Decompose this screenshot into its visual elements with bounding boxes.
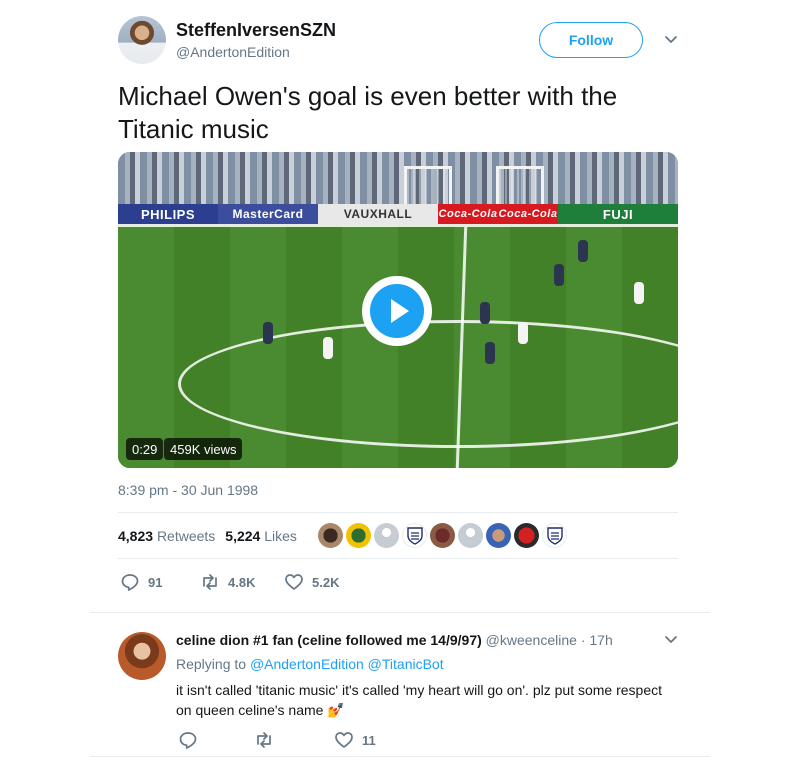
- player: [323, 337, 333, 359]
- replying-to-link[interactable]: @TitanicBot: [368, 656, 444, 672]
- tweet-timestamp[interactable]: 8:39 pm - 30 Jun 1998: [118, 482, 258, 498]
- replying-prefix: Replying to: [176, 656, 247, 672]
- author-avatar[interactable]: [118, 16, 166, 64]
- like-button[interactable]: 5.2K: [284, 572, 364, 592]
- video-duration: 0:29: [126, 438, 164, 460]
- reply-button[interactable]: 91: [120, 572, 200, 592]
- liker-avatar[interactable]: [402, 523, 427, 548]
- pitch-line: [118, 224, 678, 227]
- ad-mastercard: MasterCard: [218, 204, 318, 224]
- ad-fuji: FUJI: [558, 204, 678, 224]
- liker-avatar[interactable]: [486, 523, 511, 548]
- liker-avatar[interactable]: [346, 523, 371, 548]
- heart-icon: [335, 732, 353, 748]
- follow-button[interactable]: Follow: [539, 22, 643, 58]
- reply-handle[interactable]: @kweenceline: [486, 632, 577, 648]
- replying-to-link[interactable]: @AndertonEdition: [250, 656, 364, 672]
- default-avatar-icon[interactable]: [458, 523, 483, 548]
- author-display-name[interactable]: SteffenIversenSZN: [176, 20, 336, 41]
- ad-philips: PHILIPS: [118, 204, 218, 224]
- reply-button[interactable]: [178, 730, 254, 750]
- retweet-icon: [203, 574, 217, 590]
- player: [485, 342, 495, 364]
- likes-label: Likes: [264, 528, 297, 544]
- liker-avatar[interactable]: [542, 523, 567, 548]
- video-player[interactable]: PHILIPS MasterCard VAUXHALL Coca-Cola Co…: [118, 152, 678, 468]
- likes-stat[interactable]: 5,224 Likes: [225, 528, 297, 544]
- retweets-count: 4,823: [118, 528, 154, 544]
- player: [518, 322, 528, 344]
- video-crowd: [118, 152, 678, 210]
- divider: [90, 756, 710, 757]
- ad-coca-cola: Coca-Cola: [498, 204, 558, 224]
- reply-icon: [121, 574, 139, 591]
- retweets-stat[interactable]: 4,823 Retweets: [118, 528, 215, 544]
- reply-text: it isn't called 'titanic music' it's cal…: [176, 682, 663, 718]
- like-button[interactable]: 11: [334, 730, 414, 750]
- heart-icon: [285, 574, 303, 590]
- divider: [118, 558, 678, 559]
- retweet-button[interactable]: 4.8K: [200, 572, 284, 592]
- ad-board: PHILIPS MasterCard VAUXHALL Coca-Cola Co…: [118, 204, 678, 224]
- player: [263, 322, 273, 344]
- reply-display-name[interactable]: celine dion #1 fan (celine followed me 1…: [176, 632, 482, 648]
- chevron-down-icon[interactable]: [663, 632, 679, 648]
- retweet-button[interactable]: [254, 730, 334, 750]
- reply-actions: 11: [178, 730, 414, 750]
- author-handle[interactable]: @AndertonEdition: [176, 44, 290, 60]
- replying-to: Replying to @AndertonEdition @TitanicBot: [176, 656, 444, 672]
- divider: [118, 512, 678, 513]
- england-crest-icon: [546, 526, 563, 545]
- reply-count: 91: [148, 574, 163, 590]
- reply-separator: ·: [580, 632, 586, 648]
- likers-avatars: [318, 523, 567, 548]
- tweet-card: SteffenIversenSZN @AndertonEdition Follo…: [90, 0, 710, 766]
- likes-count: 5,224: [225, 528, 261, 544]
- ad-coca-cola: Coca-Cola: [438, 204, 498, 224]
- play-button[interactable]: [362, 276, 432, 346]
- tweet-text: Michael Owen's goal is even better with …: [118, 81, 618, 144]
- goal-net: [404, 166, 452, 208]
- liker-avatar[interactable]: [514, 523, 539, 548]
- player: [554, 264, 564, 286]
- liker-avatar[interactable]: [318, 523, 343, 548]
- england-crest-icon: [406, 526, 423, 545]
- ad-vauxhall: VAUXHALL: [318, 204, 438, 224]
- liker-avatar[interactable]: [430, 523, 455, 548]
- reply-icon: [179, 732, 197, 749]
- default-avatar-icon[interactable]: [374, 523, 399, 548]
- reply-author-avatar[interactable]: [118, 632, 166, 680]
- divider: [90, 612, 710, 613]
- tweet-actions: 91 4.8K 5.2K: [120, 572, 364, 592]
- player: [480, 302, 490, 324]
- reply-time[interactable]: 17h: [589, 632, 612, 648]
- like-count: 11: [362, 732, 376, 748]
- play-icon: [370, 284, 424, 338]
- player: [634, 282, 644, 304]
- retweets-label: Retweets: [156, 528, 216, 544]
- retweet-icon: [257, 732, 271, 748]
- chevron-down-icon[interactable]: [663, 32, 679, 48]
- goal-net: [496, 166, 544, 208]
- like-count: 5.2K: [312, 574, 340, 590]
- tweet-stats: 4,823 Retweets 5,224 Likes: [118, 528, 297, 544]
- retweet-count: 4.8K: [228, 574, 256, 590]
- video-views: 459K views: [164, 438, 243, 460]
- reply-header: celine dion #1 fan (celine followed me 1…: [176, 632, 613, 648]
- player: [578, 240, 588, 262]
